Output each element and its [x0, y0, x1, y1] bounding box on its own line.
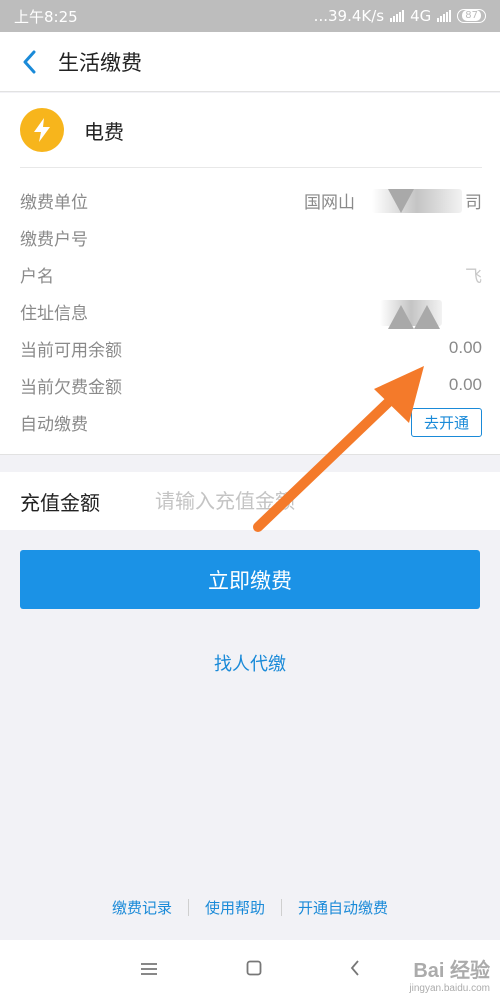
- redaction-mark: [388, 189, 414, 213]
- enable-autopay-link[interactable]: 开通自动缴费: [298, 897, 388, 918]
- home-icon[interactable]: [246, 960, 262, 980]
- payment-records-link[interactable]: 缴费记录: [112, 897, 172, 918]
- redaction-blur: [372, 189, 462, 213]
- signal-icon-2: [437, 10, 452, 22]
- redaction-mark: [414, 305, 440, 329]
- signal-icon: [390, 10, 405, 22]
- recharge-amount-row: 充值金额: [0, 472, 500, 530]
- autopay-label: 自动缴费: [20, 414, 88, 435]
- nav-bar: 生活缴费: [0, 32, 500, 92]
- battery-level: 87: [462, 10, 481, 21]
- watermark-sub: jingyan.baidu.com: [409, 983, 490, 994]
- unit-value-end: 司: [465, 192, 482, 212]
- watermark: Bai 经验 jingyan.baidu.com: [409, 954, 490, 994]
- address-label: 住址信息: [20, 303, 88, 324]
- status-bar: 上午8:25 ...39.4K/s 4G 87: [0, 0, 500, 32]
- name-value: 飞: [465, 266, 482, 286]
- pay-for-others-link[interactable]: 找人代缴: [0, 650, 500, 676]
- account-label: 缴费户号: [20, 229, 88, 250]
- divider: [281, 899, 282, 916]
- pay-now-button[interactable]: 立即缴费: [20, 550, 480, 609]
- info-row-name: 户名 飞: [20, 256, 482, 292]
- battery-icon: 87: [457, 9, 486, 23]
- back-button[interactable]: [0, 32, 58, 92]
- network-type: 4G: [410, 7, 432, 25]
- footer-links: 缴费记录 使用帮助 开通自动缴费: [0, 897, 500, 918]
- back-nav-icon[interactable]: [350, 960, 360, 980]
- divider: [187, 899, 189, 916]
- network-speed: ...39.4K/s: [313, 7, 385, 25]
- bill-info-card: 电费 缴费单位 国网山司 缴费户号 户名 飞 住址信息 当前可用余额 0.00 …: [0, 93, 500, 455]
- page-title: 生活缴费: [58, 50, 142, 75]
- help-link[interactable]: 使用帮助: [205, 897, 265, 918]
- recharge-amount-input[interactable]: [155, 489, 455, 513]
- info-row-balance: 当前可用余额 0.00: [20, 330, 482, 366]
- balance-value: 0.00: [448, 338, 482, 357]
- biller-header: 电费: [20, 93, 482, 168]
- system-nav-bar: Bai 经验 jingyan.baidu.com: [0, 940, 500, 1000]
- status-time: 上午8:25: [14, 7, 78, 26]
- recharge-amount-label: 充值金额: [20, 490, 100, 515]
- unit-label: 缴费单位: [20, 192, 88, 213]
- menu-icon[interactable]: [140, 961, 158, 980]
- info-row-arrears: 当前欠费金额 0.00: [20, 367, 482, 403]
- info-row-account: 缴费户号: [20, 219, 482, 255]
- info-row-autopay: 自动缴费 去开通: [20, 404, 482, 440]
- watermark-main: Bai 经验: [413, 960, 490, 982]
- balance-label: 当前可用余额: [20, 340, 122, 361]
- name-label: 户名: [20, 266, 54, 287]
- unit-value-start: 国网山: [304, 192, 355, 212]
- lightning-bolt-icon: [20, 108, 64, 152]
- chevron-left-icon: [23, 50, 36, 73]
- redaction-mark: [388, 305, 414, 329]
- status-indicators: ...39.4K/s 4G 87: [314, 7, 486, 25]
- arrears-label: 当前欠费金额: [20, 377, 122, 398]
- biller-name: 电费: [84, 119, 124, 144]
- arrears-value: 0.00: [448, 375, 482, 394]
- enable-autopay-button[interactable]: 去开通: [410, 407, 482, 437]
